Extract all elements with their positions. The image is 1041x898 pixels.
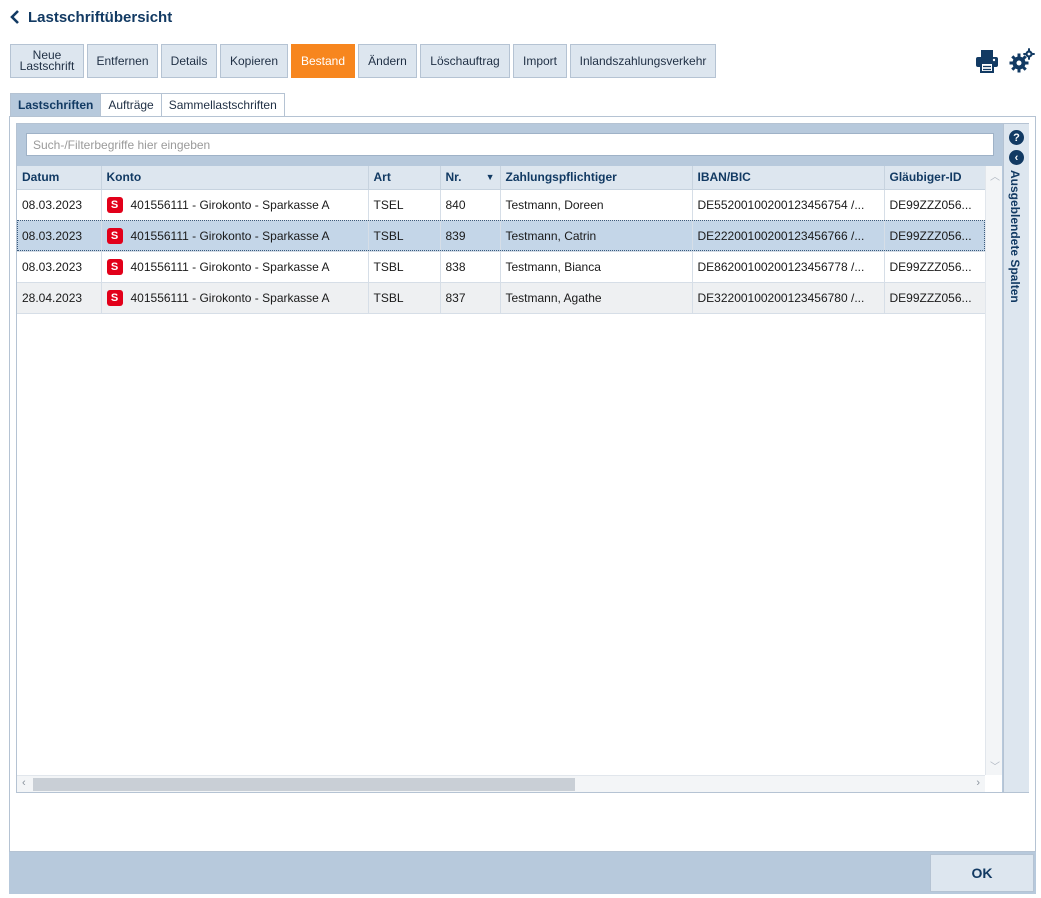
tab-auftraege[interactable]: Aufträge (100, 93, 162, 116)
sparkasse-logo-icon: S (106, 258, 123, 275)
cell-konto: S 401556111 - Girokonto - Sparkasse A (101, 220, 369, 252)
scroll-up-icon[interactable]: ︿ (990, 168, 1000, 183)
main-frame: Datum Konto Art Nr. ▼ Zahlungspflichtige… (9, 116, 1036, 852)
sort-descending-icon: ▼ (485, 172, 495, 183)
horizontal-scroll-thumb[interactable] (33, 778, 575, 791)
cell-glaeubiger-id: DE99ZZZ056... (884, 251, 986, 283)
cell-konto: S 401556111 - Girokonto - Sparkasse A (101, 282, 369, 314)
scroll-right-icon[interactable]: › (976, 777, 980, 789)
tab-sammellastschriften[interactable]: Sammellastschriften (160, 93, 285, 116)
cell-iban-bic: DE55200100200123456754 /... (692, 189, 885, 221)
chevron-left-icon (10, 10, 19, 24)
cell-glaeubiger-id: DE99ZZZ056... (884, 220, 986, 252)
dialog-footer: OK (9, 852, 1036, 894)
cell-nr: 838 (440, 251, 501, 283)
direct-debit-table: Datum Konto Art Nr. ▼ Zahlungspflichtige… (17, 166, 986, 314)
cell-glaeubiger-id: DE99ZZZ056... (884, 282, 986, 314)
table-header-row: Datum Konto Art Nr. ▼ Zahlungspflichtige… (17, 166, 986, 190)
cell-konto: S 401556111 - Girokonto - Sparkasse A (101, 251, 369, 283)
help-icon[interactable]: ? (1009, 130, 1024, 145)
cell-iban-bic: DE22200100200123456766 /... (692, 220, 885, 252)
column-header-datum[interactable]: Datum (17, 166, 102, 190)
toolbar-icons (975, 46, 1035, 76)
hidden-columns-panel[interactable]: ? ‹ Ausgeblendete Spalten (1003, 124, 1029, 792)
collapse-icon[interactable]: ‹ (1009, 150, 1024, 165)
cell-zahlungspflichtiger: Testmann, Catrin (500, 220, 693, 252)
cell-nr: 840 (440, 189, 501, 221)
table-row[interactable]: 08.03.2023 S 401556111 - Girokonto - Spa… (17, 251, 986, 283)
column-header-konto[interactable]: Konto (101, 166, 369, 190)
scroll-down-icon[interactable]: ﹀ (990, 758, 1000, 773)
new-direct-debit-button[interactable]: Neue Lastschrift (10, 44, 84, 78)
search-input[interactable] (26, 133, 994, 156)
cell-iban-bic: DE86200100200123456778 /... (692, 251, 885, 283)
cell-zahlungspflichtiger: Testmann, Bianca (500, 251, 693, 283)
grid-panel: Datum Konto Art Nr. ▼ Zahlungspflichtige… (16, 123, 1029, 793)
column-header-iban-bic[interactable]: IBAN/BIC (692, 166, 885, 190)
hidden-columns-label: Ausgeblendete Spalten (1008, 170, 1022, 303)
cell-glaeubiger-id: DE99ZZZ056... (884, 189, 986, 221)
cell-nr: 839 (440, 220, 501, 252)
ok-button[interactable]: OK (930, 854, 1034, 892)
change-button[interactable]: Ändern (358, 44, 417, 78)
cell-nr: 837 (440, 282, 501, 314)
delete-order-button[interactable]: Löschauftrag (420, 44, 510, 78)
vertical-scrollbar[interactable]: ︿ ﹀ (985, 166, 1002, 775)
scroll-left-icon[interactable]: ‹ (22, 777, 26, 789)
cell-art: TSBL (368, 251, 441, 283)
printer-icon[interactable] (975, 49, 999, 73)
cell-datum: 28.04.2023 (17, 282, 102, 314)
action-toolbar: Neue Lastschrift Entfernen Details Kopie… (10, 44, 716, 78)
stock-button[interactable]: Bestand (291, 44, 355, 78)
cell-datum: 08.03.2023 (17, 189, 102, 221)
tab-bar: Lastschriften Aufträge Sammellastschrift… (10, 93, 285, 116)
tab-lastschriften[interactable]: Lastschriften (10, 93, 102, 116)
filter-row (17, 124, 1002, 166)
sparkasse-logo-icon: S (106, 196, 123, 213)
cell-zahlungspflichtiger: Testmann, Agathe (500, 282, 693, 314)
horizontal-scrollbar[interactable]: ‹ › (17, 775, 985, 792)
cell-zahlungspflichtiger: Testmann, Doreen (500, 189, 693, 221)
cell-art: TSEL (368, 189, 441, 221)
table-row[interactable]: 08.03.2023 S 401556111 - Girokonto - Spa… (17, 189, 986, 221)
details-button[interactable]: Details (161, 44, 217, 78)
sparkasse-logo-icon: S (106, 289, 123, 306)
back-link[interactable]: Lastschriftübersicht (10, 7, 172, 27)
cell-art: TSBL (368, 220, 441, 252)
cell-datum: 08.03.2023 (17, 251, 102, 283)
domestic-payments-button[interactable]: Inlandszahlungsverkehr (570, 44, 716, 78)
column-header-art[interactable]: Art (368, 166, 441, 190)
remove-button[interactable]: Entfernen (87, 44, 158, 78)
page-title: Lastschriftübersicht (28, 8, 173, 26)
sparkasse-logo-icon: S (106, 227, 123, 244)
cell-art: TSBL (368, 282, 441, 314)
table-row[interactable]: 08.03.2023 S 401556111 - Girokonto - Spa… (17, 220, 986, 252)
import-button[interactable]: Import (513, 44, 567, 78)
grid-body: Datum Konto Art Nr. ▼ Zahlungspflichtige… (17, 166, 1002, 792)
column-header-nr[interactable]: Nr. ▼ (440, 166, 501, 190)
cell-iban-bic: DE32200100200123456780 /... (692, 282, 885, 314)
cell-konto: S 401556111 - Girokonto - Sparkasse A (101, 189, 369, 221)
settings-gears-icon[interactable] (1009, 48, 1035, 74)
column-header-glaeubiger-id[interactable]: Gläubiger-ID (884, 166, 986, 190)
table-row[interactable]: 28.04.2023 S 401556111 - Girokonto - Spa… (17, 282, 986, 314)
cell-datum: 08.03.2023 (17, 220, 102, 252)
copy-button[interactable]: Kopieren (220, 44, 288, 78)
column-header-zahlungspflichtiger[interactable]: Zahlungspflichtiger (500, 166, 693, 190)
